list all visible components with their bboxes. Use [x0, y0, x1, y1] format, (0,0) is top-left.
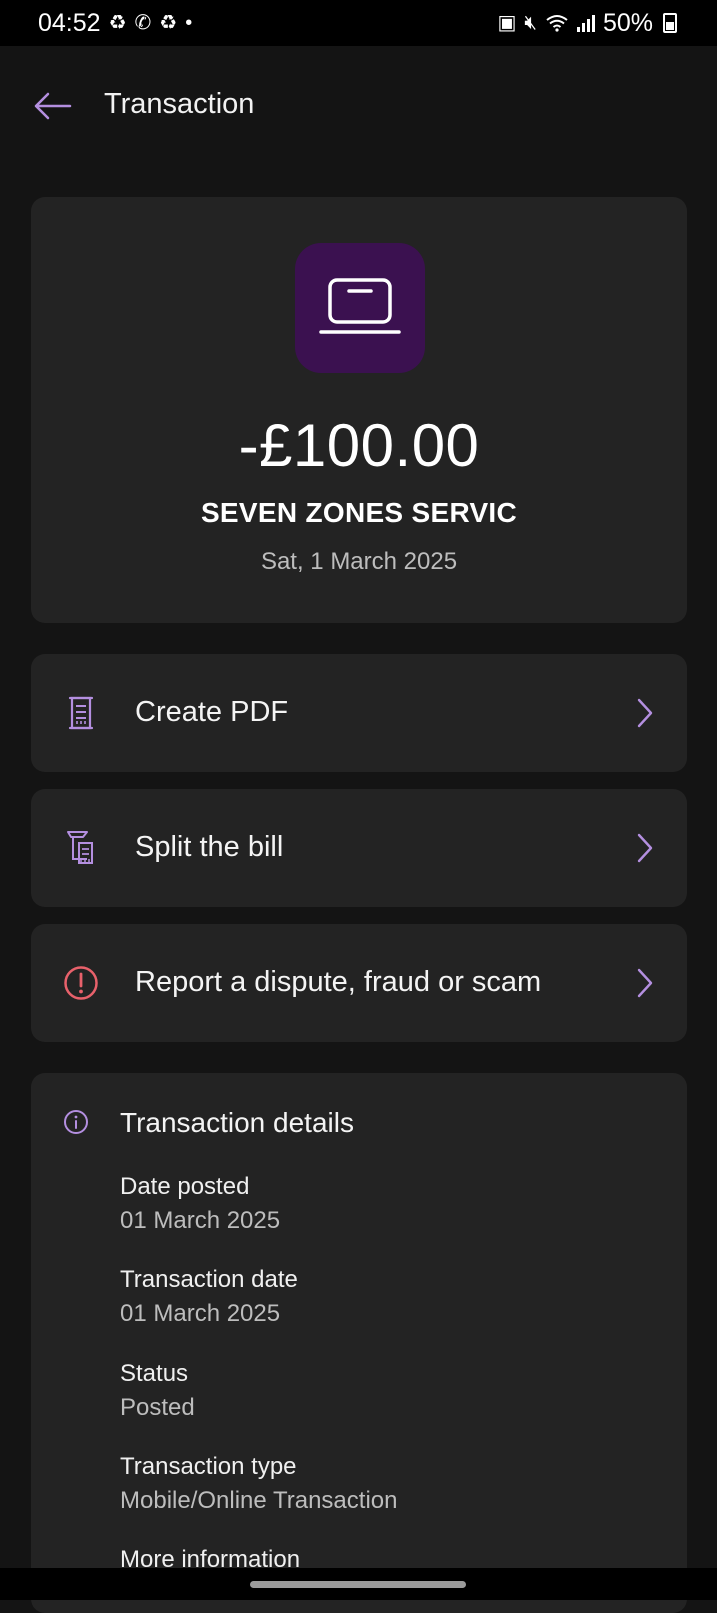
transaction-amount: -£100.00 — [238, 412, 480, 479]
battery-icon — [663, 13, 677, 33]
system-navigation-bar — [0, 1568, 717, 1600]
back-button[interactable] — [28, 82, 76, 130]
split-bill-icon — [63, 830, 99, 866]
field-label: Transaction type — [120, 1453, 297, 1480]
field-value: Mobile/Online Transaction — [120, 1487, 398, 1514]
details-title: Transaction details — [120, 1107, 354, 1138]
page-title: Transaction — [104, 88, 255, 120]
report-dispute-label: Report a dispute, fraud or scam — [135, 966, 542, 998]
split-bill-button[interactable]: Split the bill — [31, 789, 687, 907]
nfc-icon: ▣ — [497, 12, 517, 34]
receipt-icon — [63, 695, 99, 731]
create-pdf-button[interactable]: Create PDF — [31, 654, 687, 772]
home-gesture-handle[interactable] — [250, 1581, 466, 1588]
chevron-right-icon — [633, 966, 657, 1000]
recycle-icon: ♻ — [108, 12, 127, 34]
back-arrow-icon — [34, 92, 72, 120]
split-bill-label: Split the bill — [135, 831, 284, 863]
transaction-date-field: Transaction date 01 March 2025 — [120, 1266, 298, 1328]
whatsapp-icon: ✆ — [134, 12, 152, 34]
transaction-summary-card: -£100.00 SEVEN ZONES SERVIC Sat, 1 March… — [31, 197, 687, 623]
wifi-icon — [546, 15, 568, 32]
laptop-icon — [319, 278, 401, 334]
transaction-date: Sat, 1 March 2025 — [260, 548, 458, 575]
merchant-name: SEVEN ZONES SERVIC — [200, 497, 518, 528]
dot-icon: • — [185, 12, 193, 34]
field-label: Date posted — [120, 1173, 250, 1200]
battery-percent: 50% — [602, 8, 653, 37]
field-value: Posted — [120, 1394, 195, 1421]
status-field: Status Posted — [120, 1360, 195, 1422]
mute-icon: 🔇︎ — [524, 12, 537, 34]
field-label: Status — [120, 1360, 189, 1387]
create-pdf-label: Create PDF — [135, 696, 289, 728]
status-bar: 04:52 ♻ ✆ ♻ • ▣ 🔇︎ 50% — [0, 0, 717, 46]
chevron-right-icon — [633, 831, 657, 865]
transaction-details-card: Transaction details Date posted 01 March… — [31, 1073, 687, 1613]
chevron-right-icon — [633, 696, 657, 730]
info-icon — [63, 1109, 89, 1135]
alert-icon — [63, 965, 99, 1001]
field-label: Transaction date — [120, 1266, 298, 1293]
field-value: 01 March 2025 — [120, 1207, 281, 1234]
clock: 04:52 — [38, 8, 101, 37]
recycle-icon: ♻ — [159, 12, 178, 34]
app-bar: Transaction — [0, 46, 717, 168]
field-value: 01 March 2025 — [120, 1300, 281, 1327]
transaction-type-field: Transaction type Mobile/Online Transacti… — [120, 1453, 397, 1515]
merchant-category-tile — [295, 243, 425, 373]
report-dispute-button[interactable]: Report a dispute, fraud or scam — [31, 924, 687, 1042]
signal-icon — [576, 14, 595, 32]
date-posted-field: Date posted 01 March 2025 — [120, 1173, 280, 1235]
